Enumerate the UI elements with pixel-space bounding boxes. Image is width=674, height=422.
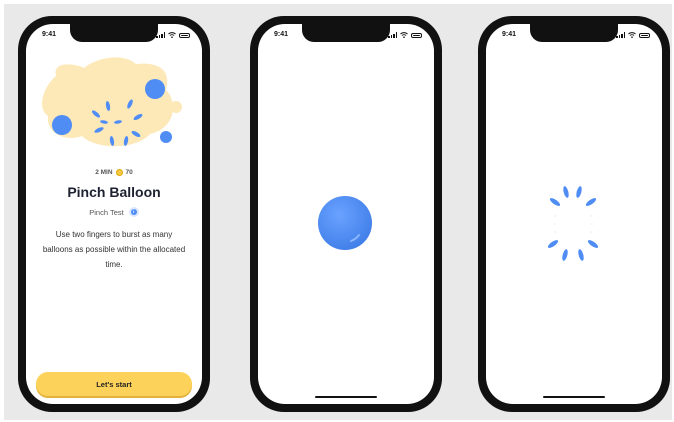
wifi-icon (628, 32, 636, 38)
burst-icon (547, 186, 599, 261)
canvas-background: 9:41 2 MIN 70 Pinch Balloon Pinch Test i… (4, 4, 672, 420)
status-time: 9:41 (274, 31, 289, 38)
signal-icon (616, 32, 625, 38)
status-time: 9:41 (502, 31, 517, 38)
phone-burst: 9:41 (478, 16, 670, 412)
subtitle-label: Pinch Test (89, 207, 124, 217)
intro-screen: 9:41 2 MIN 70 Pinch Balloon Pinch Test i… (26, 24, 202, 404)
test-meta: 2 MIN 70 (26, 169, 202, 176)
coin-icon (115, 169, 123, 176)
page-title: Pinch Balloon (67, 184, 161, 200)
duration-label: 2 MIN (95, 169, 113, 176)
instructions-text: Use two fingers to burst as many balloon… (42, 230, 186, 269)
status-icons (616, 32, 650, 38)
balloon-burst-illustration (42, 57, 182, 147)
battery-icon (639, 32, 650, 38)
phone-balloon: 9:41 (250, 16, 442, 412)
wifi-icon (400, 32, 408, 38)
balloon-icon[interactable] (315, 193, 375, 253)
balloon-screen: 9:41 (258, 24, 434, 404)
home-indicator (315, 396, 377, 398)
notch (302, 24, 390, 42)
battery-icon (411, 32, 422, 38)
home-indicator (543, 396, 605, 398)
phone-intro: 9:41 2 MIN 70 Pinch Balloon Pinch Test i… (18, 16, 210, 412)
start-button[interactable]: Let's start (36, 372, 192, 396)
notch (530, 24, 618, 42)
points-label: 70 (125, 169, 133, 176)
test-subtitle: Pinch Test i (26, 207, 202, 217)
signal-icon (388, 32, 397, 38)
status-icons (388, 32, 422, 38)
burst-screen: 9:41 (486, 24, 662, 404)
info-icon[interactable]: i (128, 207, 139, 217)
